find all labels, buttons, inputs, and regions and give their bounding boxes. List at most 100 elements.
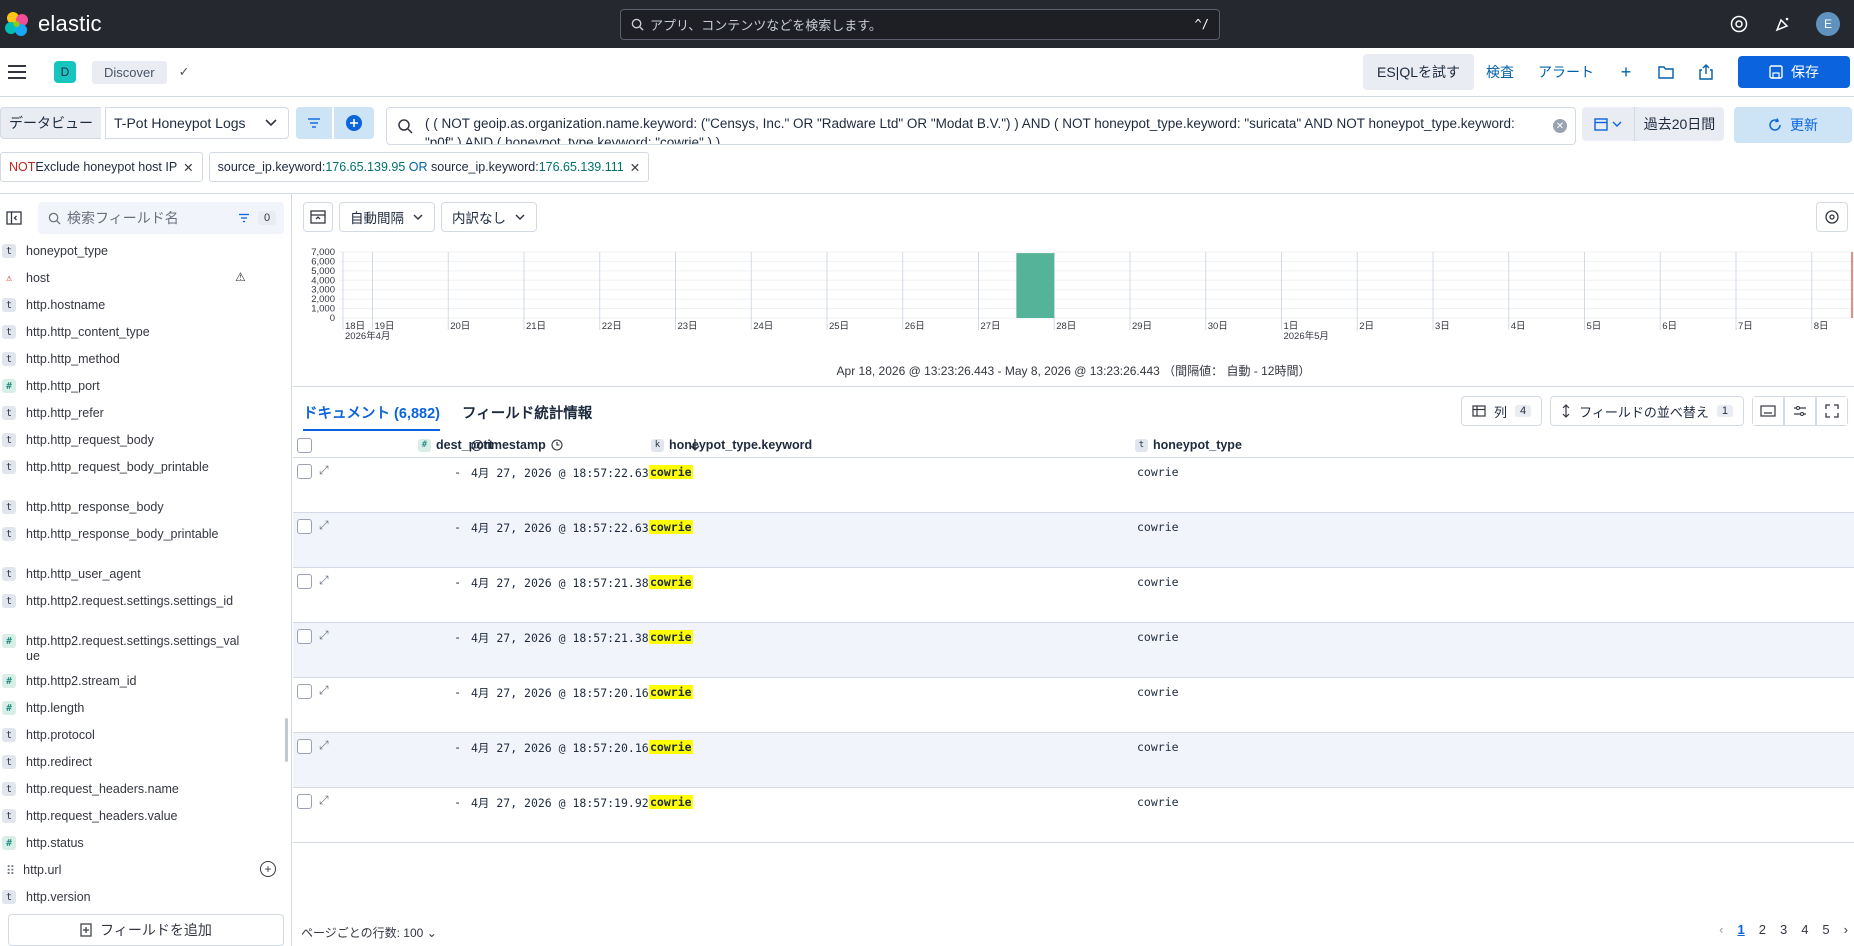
rows-per-page-select[interactable]: ページごとの行数: 100 ⌄ [301,924,437,941]
field-type-filter-button[interactable]: 0 [233,202,281,234]
tab-field-statistics[interactable]: フィールド統計情報 [462,402,592,431]
row-checkbox[interactable] [297,794,312,809]
try-esql-button[interactable]: ES|QLを試す [1363,54,1474,90]
chevron-left-icon[interactable]: ‹ [1719,922,1723,937]
page-link[interactable]: 5 [1822,922,1829,937]
expand-row-icon[interactable]: ⤢ [319,518,329,533]
add-column-icon[interactable]: + [260,861,276,877]
chart-settings-button[interactable] [1816,202,1848,232]
save-button[interactable]: 保存 [1738,56,1850,88]
new-search-icon[interactable]: + [1618,62,1634,83]
user-avatar[interactable]: E [1816,12,1840,36]
expand-row-icon[interactable]: ⤢ [319,463,329,478]
field-item[interactable]: t honeypot_type [0,239,290,266]
alerts-button[interactable]: アラート [1538,62,1594,82]
share-icon[interactable] [1698,64,1714,80]
field-item[interactable]: t http.request_headers.value [0,804,290,831]
field-item[interactable]: t http.http_request_body [0,428,290,455]
date-range-display[interactable]: 過去20日間 [1634,107,1724,141]
field-item[interactable]: t http.http_user_agent [0,562,290,589]
field-item[interactable]: # http.http2.stream_id [0,669,290,696]
help-icon[interactable] [1728,13,1750,35]
add-filter-button[interactable] [334,107,374,139]
field-item[interactable]: t http.protocol [0,723,290,750]
field-item[interactable]: ⠿ http.url + [0,858,290,885]
data-view-select[interactable]: T-Pot Honeypot Logs [105,107,289,139]
field-item[interactable]: # http.status [0,831,290,858]
remove-filter-icon[interactable]: ✕ [630,160,640,175]
field-item[interactable]: t http.http_content_type [0,320,290,347]
space-avatar[interactable]: D [54,61,76,83]
filter-pill-exclude-host[interactable]: NOT Exclude honeypot host IP ✕ [0,152,203,182]
remove-filter-icon[interactable]: ✕ [183,160,193,175]
page-link[interactable]: 1 [1737,922,1744,937]
kql-query-input[interactable]: ( ( NOT geoip.as.organization.name.keywo… [386,107,1576,145]
column-header-honeypot-type-keyword[interactable]: k honeypot_type.keyword [651,438,812,452]
global-search-input[interactable]: アプリ、コンテンツなどを検索します。 ^/ [620,9,1220,40]
field-item[interactable]: t http.version [0,885,290,912]
check-icon[interactable]: ✓ [179,64,190,80]
row-checkbox[interactable] [297,519,312,534]
histogram-chart[interactable]: 7,0006,0005,0004,0003,0002,0001,000018日 1… [293,244,1854,354]
field-item[interactable]: ⚠ host ⚠ [0,266,290,293]
toggle-chart-button[interactable] [303,202,333,232]
page-link[interactable]: 4 [1801,922,1808,937]
refresh-button[interactable]: 更新 [1734,107,1852,143]
inspect-button[interactable]: 検査 [1486,62,1514,82]
table-row[interactable]: ⤢ -4月 27, 2026 @ 18:57:19.922 cowrie cowrie [293,788,1854,843]
histogram-bar[interactable] [1016,253,1055,318]
field-item[interactable]: t http.http_request_body_printable [0,455,290,495]
clear-query-icon[interactable]: ✕ [1553,119,1567,133]
drag-handle-icon[interactable]: ⠿ [6,863,15,878]
table-row[interactable]: ⤢ -4月 27, 2026 @ 18:57:22.632 cowrie cowrie [293,458,1854,513]
scrollbar[interactable] [285,718,288,762]
display-settings-icon[interactable] [1784,396,1816,426]
tab-documents[interactable]: ドキュメント (6,882) [303,402,440,431]
sort-fields-button[interactable]: フィールドの並べ替え 1 [1550,396,1744,426]
chevron-right-icon[interactable]: › [1844,922,1848,937]
filter-menu-button[interactable] [296,107,332,139]
page-link[interactable]: 3 [1780,922,1787,937]
date-quick-menu-button[interactable] [1582,107,1634,141]
column-header-timestamp[interactable]: @timestamp [471,438,563,452]
collapse-sidebar-icon[interactable] [4,208,24,228]
table-row[interactable]: ⤢ -4月 27, 2026 @ 18:57:20.166 cowrie cowrie [293,678,1854,733]
field-item[interactable]: t http.http_method [0,347,290,374]
table-row[interactable]: ⤢ -4月 27, 2026 @ 18:57:21.385 cowrie cowrie [293,623,1854,678]
field-item[interactable]: # http.http_port [0,374,290,401]
field-item[interactable]: t http.http_response_body [0,495,290,522]
select-all-checkbox[interactable] [297,438,312,453]
expand-row-icon[interactable]: ⤢ [319,683,329,698]
field-item[interactable]: t http.redirect [0,750,290,777]
field-item[interactable]: t http.http_response_body_printable [0,522,290,562]
row-checkbox[interactable] [297,684,312,699]
field-item[interactable]: t http.http_refer [0,401,290,428]
filter-pill-source-ip[interactable]: source_ip.keyword: 176.65.139.95 OR sour… [208,152,650,182]
field-item[interactable]: # http.http2.request.settings.settings_va… [0,629,290,669]
interval-select[interactable]: 自動間隔 [339,202,435,232]
row-checkbox[interactable] [297,574,312,589]
add-field-button[interactable]: フィールドを追加 [8,914,284,946]
expand-row-icon[interactable]: ⤢ [319,573,329,588]
breadcrumb-discover[interactable]: Discover [92,60,167,84]
table-row[interactable]: ⤢ -4月 27, 2026 @ 18:57:21.385 cowrie cowrie [293,568,1854,623]
table-row[interactable]: ⤢ -4月 27, 2026 @ 18:57:20.166 cowrie cowrie [293,733,1854,788]
keyboard-shortcuts-icon[interactable] [1752,396,1784,426]
expand-row-icon[interactable]: ⤢ [319,738,329,753]
expand-row-icon[interactable]: ⤢ [319,793,329,808]
row-checkbox[interactable] [297,739,312,754]
row-checkbox[interactable] [297,464,312,479]
page-link[interactable]: 2 [1759,922,1766,937]
expand-row-icon[interactable]: ⤢ [319,628,329,643]
breakdown-select[interactable]: 内訳なし [441,202,537,232]
fullscreen-icon[interactable] [1816,396,1848,426]
field-item[interactable]: t http.hostname [0,293,290,320]
menu-icon[interactable] [8,65,26,79]
field-item[interactable]: # http.length [0,696,290,723]
column-header-honeypot-type[interactable]: t honeypot_type [1135,438,1242,452]
news-feed-icon[interactable] [1772,13,1794,35]
elastic-logo[interactable]: elastic [4,11,102,37]
field-item[interactable]: t http.request_headers.name [0,777,290,804]
table-row[interactable]: ⤢ -4月 27, 2026 @ 18:57:22.632 cowrie cowrie [293,513,1854,568]
open-folder-icon[interactable] [1658,65,1674,79]
